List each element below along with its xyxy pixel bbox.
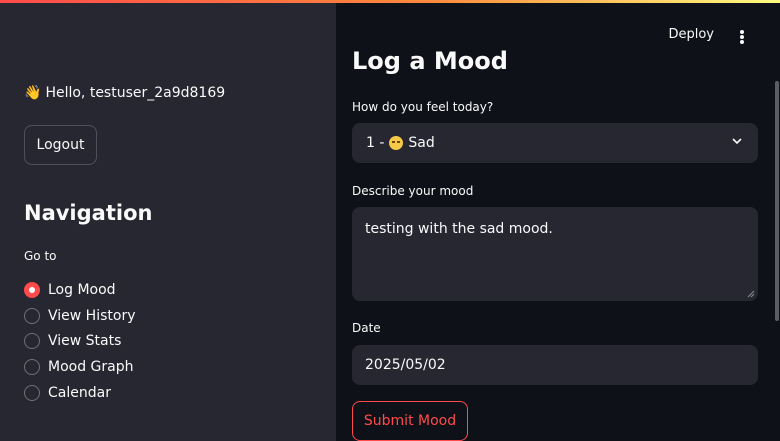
nav-radio-label: Calendar [48, 384, 111, 401]
nav-radio-mood-graph[interactable]: Mood Graph [24, 354, 135, 380]
description-value: testing with the sad mood. [365, 221, 553, 237]
greeting-label: Hello, testuser_2a9d8169 [45, 85, 226, 101]
goto-label: Go to [24, 249, 57, 263]
resize-handle-icon[interactable] [747, 290, 755, 298]
sidebar: 👋 Hello, testuser_2a9d8169 Logout Navigat… [0, 3, 336, 441]
radio-unselected-icon[interactable] [24, 358, 40, 375]
nav-radio-label: View Stats [48, 333, 122, 350]
scrollbar[interactable] [774, 3, 780, 441]
mood-select[interactable]: 1 - Sad [352, 123, 758, 163]
nav-radio-label: View History [48, 307, 136, 324]
radio-unselected-icon[interactable] [24, 333, 40, 350]
nav-radio-label: Log Mood [48, 281, 116, 298]
mood-select-label: How do you feel today? [352, 100, 494, 114]
page-title: Log a Mood [352, 47, 508, 75]
nav-radio-view-stats[interactable]: View Stats [24, 328, 135, 354]
radio-unselected-icon[interactable] [24, 307, 40, 324]
waving-hand-icon: 👋 [24, 85, 42, 101]
mood-select-prefix: 1 - [366, 135, 385, 151]
description-label: Describe your mood [352, 184, 474, 198]
nav-radio-log-mood[interactable]: Log Mood [24, 277, 135, 303]
radio-selected-icon[interactable] [24, 281, 40, 298]
radio-unselected-icon[interactable] [24, 384, 40, 401]
submit-mood-button[interactable]: Submit Mood [352, 401, 468, 441]
deploy-button[interactable]: Deploy [668, 27, 714, 42]
main-content: Log a Mood Deploy How do you feel today?… [336, 3, 780, 441]
date-input[interactable]: 2025/05/02 [352, 345, 758, 385]
greeting-text: 👋 Hello, testuser_2a9d8169 [24, 85, 225, 101]
date-label: Date [352, 321, 381, 335]
nav-radio-calendar[interactable]: Calendar [24, 380, 135, 406]
description-textarea[interactable]: testing with the sad mood. [352, 207, 758, 301]
date-value: 2025/05/02 [365, 357, 446, 373]
app-header: Deploy [336, 3, 780, 49]
logout-button[interactable]: Logout [24, 125, 97, 165]
nav-radio-view-history[interactable]: View History [24, 303, 135, 329]
navigation-radio-group: Log Mood View History View Stats Mood Gr… [24, 277, 135, 405]
scrollbar-thumb[interactable] [775, 81, 779, 321]
navigation-heading: Navigation [24, 201, 153, 225]
mood-select-value: Sad [408, 135, 435, 151]
sad-face-icon [389, 136, 404, 150]
kebab-menu-icon[interactable] [740, 30, 744, 44]
nav-radio-label: Mood Graph [48, 358, 134, 375]
chevron-down-icon [732, 138, 742, 145]
